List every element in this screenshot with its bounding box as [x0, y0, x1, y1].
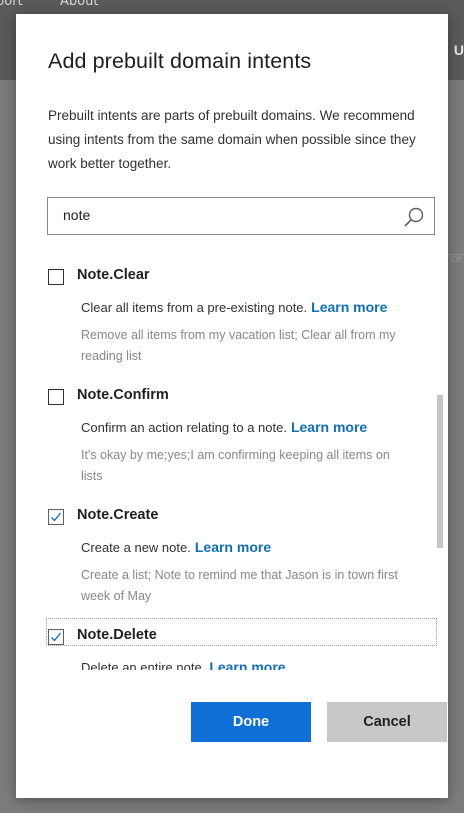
- intent-name: Note.Clear: [77, 267, 150, 283]
- intent-description-text: Delete an entire note.: [81, 660, 206, 670]
- done-button[interactable]: Done: [191, 702, 311, 742]
- dialog-description: Prebuilt intents are parts of prebuilt d…: [48, 108, 416, 171]
- intent-examples: Create a list; Note to remind me that Ja…: [81, 568, 398, 603]
- intent-item[interactable]: Note.Delete Delete an entire note. Learn …: [46, 618, 438, 670]
- intent-item[interactable]: Note.Confirm Confirm an action relating …: [46, 385, 438, 483]
- scrollbar-thumb[interactable]: [437, 395, 443, 548]
- cancel-button[interactable]: Cancel: [327, 702, 447, 742]
- learn-more-link[interactable]: Learn more: [311, 299, 387, 315]
- learn-more-link[interactable]: Learn more: [195, 539, 271, 555]
- intent-checkbox-checked[interactable]: [48, 509, 64, 525]
- search-box[interactable]: [47, 197, 435, 235]
- intent-description: Confirm an action relating to a note. Lea…: [81, 419, 367, 435]
- intent-description: Clear all items from a pre-existing note…: [81, 299, 387, 315]
- intent-name: Note.Delete: [77, 627, 157, 643]
- intent-item[interactable]: Note.Clear Clear all items from a pre-ex…: [46, 265, 438, 363]
- intent-checkbox-checked[interactable]: [48, 629, 64, 645]
- nav-item-support: port: [0, 0, 23, 9]
- intent-name: Note.Confirm: [77, 387, 169, 403]
- intent-name: Note.Create: [77, 507, 159, 523]
- checkmark-icon: [51, 632, 62, 642]
- intent-item[interactable]: Note.Create Create a new note. Learn more…: [46, 505, 438, 603]
- intent-checkbox[interactable]: [48, 389, 64, 405]
- background-label: U: [453, 42, 464, 58]
- dialog-title: Add prebuilt domain intents: [48, 49, 312, 73]
- search-input[interactable]: [63, 207, 383, 223]
- intent-description-text: Create a new note.: [81, 540, 191, 555]
- intent-description: Create a new note. Learn more: [81, 539, 271, 555]
- intent-list[interactable]: Note.Clear Clear all items from a pre-ex…: [46, 256, 438, 670]
- intent-examples: It's okay by me;yes;I am confirming keep…: [81, 448, 390, 483]
- learn-more-link[interactable]: Learn more: [209, 659, 285, 670]
- nav-item-about: About: [60, 0, 99, 9]
- intent-checkbox[interactable]: [48, 269, 64, 285]
- intent-description: Delete an entire note. Learn more: [81, 659, 286, 670]
- learn-more-link[interactable]: Learn more: [291, 419, 367, 435]
- intent-description-text: Confirm an action relating to a note.: [81, 420, 287, 435]
- background-fragment: ce: [450, 254, 462, 265]
- intent-description-text: Clear all items from a pre-existing note…: [81, 300, 308, 315]
- checkmark-icon: [51, 512, 62, 522]
- intent-examples: Remove all items from my vacation list; …: [81, 328, 396, 363]
- add-prebuilt-intents-dialog: Add prebuilt domain intents Prebuilt int…: [16, 14, 448, 798]
- search-icon[interactable]: [403, 206, 425, 228]
